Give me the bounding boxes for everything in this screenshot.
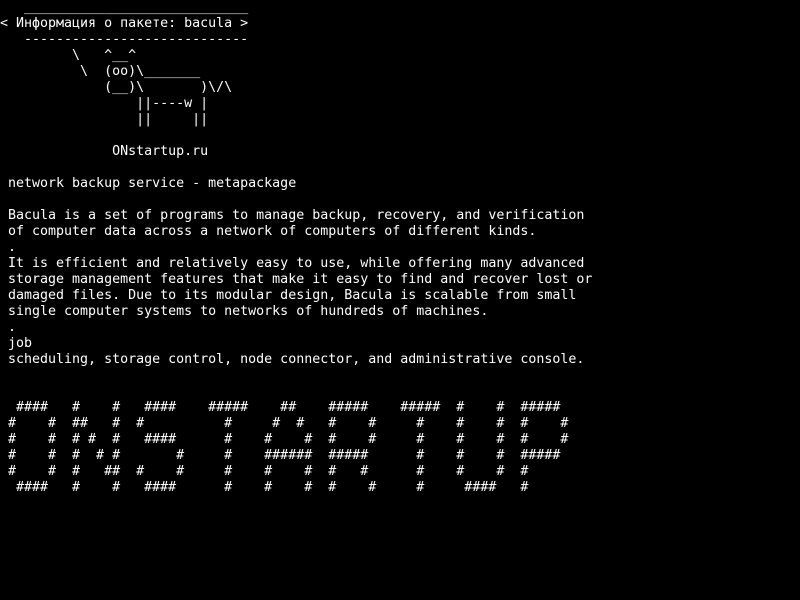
description-separator-1: .	[8, 240, 17, 255]
description-line-3: It is efficient and relatively easy to u…	[8, 256, 585, 271]
cow-art-line-5: || ||	[8, 112, 209, 127]
description-line-6: single computer systems to networks of h…	[8, 304, 489, 319]
speech-bubble-text: < Информация о пакете: bacula >	[0, 16, 249, 31]
ascii-banner-row-2: # # ## # # # # # # # # # # # #	[8, 416, 569, 431]
description-line-2: of computer data across a network of com…	[8, 224, 537, 239]
description-line-7: job	[8, 336, 33, 351]
speech-bubble-top-border: ____________________________	[8, 0, 249, 15]
ascii-banner-row-3: # # # # # #### # # # # # # # # # #	[8, 432, 569, 447]
description-separator-2: .	[8, 320, 17, 335]
speech-bubble-bottom-border: ----------------------------	[8, 32, 249, 47]
cow-art-line-3: (__)\ )\/\	[8, 80, 233, 95]
cow-art-line-4: ||----w |	[8, 96, 209, 111]
site-caption: ONstartup.ru	[8, 144, 209, 159]
description-line-5: damaged files. Due to its modular design…	[8, 288, 577, 303]
terminal-screen: ____________________________ < Информаци…	[0, 0, 800, 600]
ascii-banner-row-5: # # # ## # # # # # # # # # # #	[8, 464, 529, 479]
ascii-banner-row-1: #### # # #### ##### ## ##### ##### # # #…	[8, 400, 561, 415]
description-line-1: Bacula is a set of programs to manage ba…	[8, 208, 585, 223]
description-line-4: storage management features that make it…	[8, 272, 593, 287]
cow-art-line-1: \ ^__^	[8, 48, 137, 63]
ascii-banner-row-6: #### # # #### # # # # # # #### #	[8, 480, 529, 495]
description-line-8: scheduling, storage control, node connec…	[8, 352, 585, 367]
cow-art-line-2: \ (oo)\_______	[8, 64, 201, 79]
ascii-banner-row-4: # # # # # # # ###### ##### # # # #####	[8, 448, 561, 463]
package-summary: network backup service - metapackage	[8, 176, 297, 191]
